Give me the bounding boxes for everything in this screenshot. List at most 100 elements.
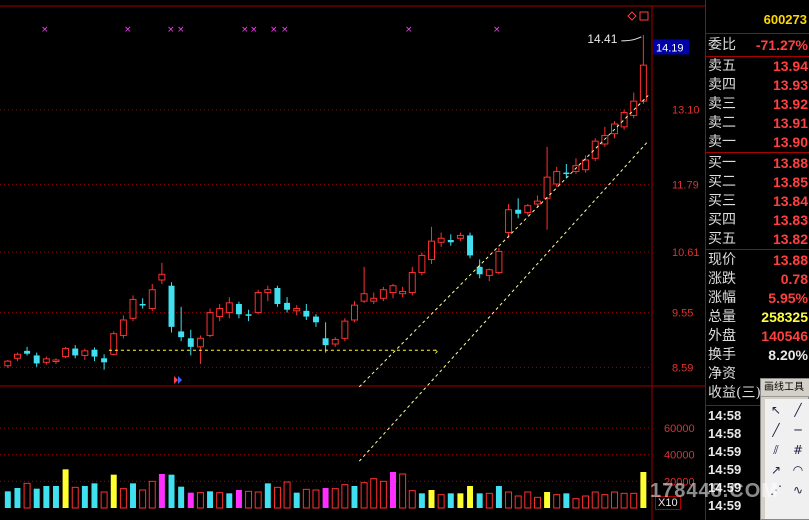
- ray-tool-icon[interactable]: ─: [789, 421, 807, 439]
- volume-bar: [245, 490, 253, 509]
- bid-row-value: 13.83: [772, 212, 808, 228]
- candle-body: [225, 302, 233, 314]
- segment-tool-icon[interactable]: ╱: [767, 421, 785, 439]
- volume-bar: [390, 472, 396, 508]
- candle-body: [178, 331, 185, 338]
- volume-bar: [4, 491, 11, 508]
- square-icon: [639, 11, 649, 21]
- volume-bar: [110, 474, 117, 508]
- bid-row-value: 13.88: [772, 155, 808, 171]
- price-tick-label: 9.55: [672, 308, 693, 320]
- volume-bar: [226, 493, 233, 508]
- candle-body: [119, 319, 127, 336]
- event-marker-icon: ×: [41, 25, 49, 35]
- candle-body: [274, 288, 281, 304]
- candle-body: [24, 350, 31, 354]
- volume-bar: [572, 498, 580, 509]
- volume-bar: [331, 488, 339, 509]
- volume-bar: [148, 480, 156, 509]
- volume-bar: [360, 482, 368, 509]
- candle-body: [148, 289, 156, 310]
- candle-body: [158, 273, 166, 281]
- candle-body: [245, 314, 252, 316]
- candle-body: [72, 348, 79, 356]
- bid-row-label: 买一: [708, 155, 736, 171]
- candle-body: [408, 272, 416, 294]
- bid-row-value: 13.84: [772, 193, 808, 209]
- stat-row-label: 涨幅: [708, 290, 736, 306]
- candle-body: [42, 358, 50, 363]
- bid-row-label: 买三: [708, 193, 736, 209]
- candle-body: [52, 359, 60, 362]
- volume-bar: [630, 492, 638, 509]
- tick-time: 14:58: [708, 408, 742, 423]
- bid-row-label: 买五: [708, 231, 736, 247]
- candle-body: [582, 159, 590, 171]
- stat-row-value: 0.78: [780, 271, 808, 287]
- volume-bar: [514, 495, 522, 509]
- counter-tool-icon[interactable]: #: [789, 441, 807, 459]
- candle-body: [476, 266, 483, 275]
- ask-row-label: 卖三: [708, 96, 736, 112]
- volume-bar: [81, 486, 88, 508]
- candle-body: [216, 308, 224, 318]
- volume-bar: [254, 491, 262, 509]
- volume-bar: [476, 493, 483, 508]
- divider: [706, 33, 809, 34]
- volume-bar: [235, 490, 242, 508]
- candle-body: [331, 338, 339, 345]
- volume-bar: [563, 493, 570, 508]
- tick-time: 14:59: [708, 462, 742, 477]
- volume-bar: [43, 486, 50, 508]
- ask-row-value: 13.91: [772, 115, 808, 131]
- parallel-tool-icon[interactable]: ⫽: [767, 441, 785, 459]
- candlestick-chart[interactable]: 14.19 13.10 11.79 10.61 9.55 8.59 60000 40000 20…: [0, 0, 705, 520]
- volume-bar: [23, 482, 31, 509]
- arrow-tool-icon[interactable]: ↗: [767, 461, 785, 479]
- arc-tool-icon[interactable]: ◠: [789, 461, 807, 479]
- candle-body: [91, 349, 98, 357]
- candle-body: [206, 312, 214, 336]
- event-marker-icon: ×: [281, 25, 289, 35]
- cursor-tool-icon[interactable]: ↖: [767, 401, 785, 419]
- weibi-label: 委比: [708, 37, 736, 53]
- price-tick-label: 13.10: [672, 105, 700, 117]
- stat-row-label: 总量: [708, 309, 736, 325]
- bid-row: 买一 13.88: [706, 154, 809, 173]
- line-tool-icon[interactable]: ╱: [789, 401, 807, 419]
- stat-row-value: 8.20%: [768, 347, 808, 363]
- volume-bar: [216, 492, 224, 509]
- wave-tool-icon[interactable]: ∿: [789, 481, 807, 499]
- price-tick-label: 11.79: [672, 180, 699, 192]
- volume-bar: [91, 483, 98, 508]
- candle-body: [447, 240, 454, 243]
- volume-bar: [139, 489, 147, 509]
- candle-body: [312, 316, 319, 323]
- candle-body: [620, 112, 628, 128]
- volume-bar: [467, 486, 474, 508]
- volume-bar: [418, 493, 425, 508]
- volume-bar: [533, 496, 541, 509]
- ask-row: 卖五 13.94: [706, 57, 809, 76]
- stat-row: 总量 258325: [706, 308, 809, 327]
- candle-body: [303, 310, 310, 317]
- volume-bar: [524, 491, 532, 509]
- volume-bar: [312, 489, 320, 509]
- candle-body: [515, 209, 522, 214]
- volume-bar: [273, 486, 281, 509]
- high-price-label: 14.41: [587, 32, 617, 46]
- candle-body: [264, 289, 272, 294]
- volume-bar: [158, 474, 165, 508]
- event-marker-icon: ×: [241, 25, 249, 35]
- volume-bar: [168, 474, 175, 508]
- candle-body: [543, 176, 551, 199]
- high-price-arrow: [621, 36, 642, 42]
- diamond-icon: [627, 11, 637, 21]
- stat-row: 涨跌 0.78: [706, 270, 809, 289]
- chart-canvas[interactable]: 14.1913.1011.7910.619.558.59600004000020…: [0, 0, 705, 520]
- bid-row: 买三 13.84: [706, 192, 809, 211]
- drawing-tools-title: 画线工具: [761, 379, 809, 397]
- volume-bar: [52, 486, 59, 508]
- bid-row: 买五 13.82: [706, 230, 809, 249]
- bid-row-label: 买四: [708, 212, 736, 228]
